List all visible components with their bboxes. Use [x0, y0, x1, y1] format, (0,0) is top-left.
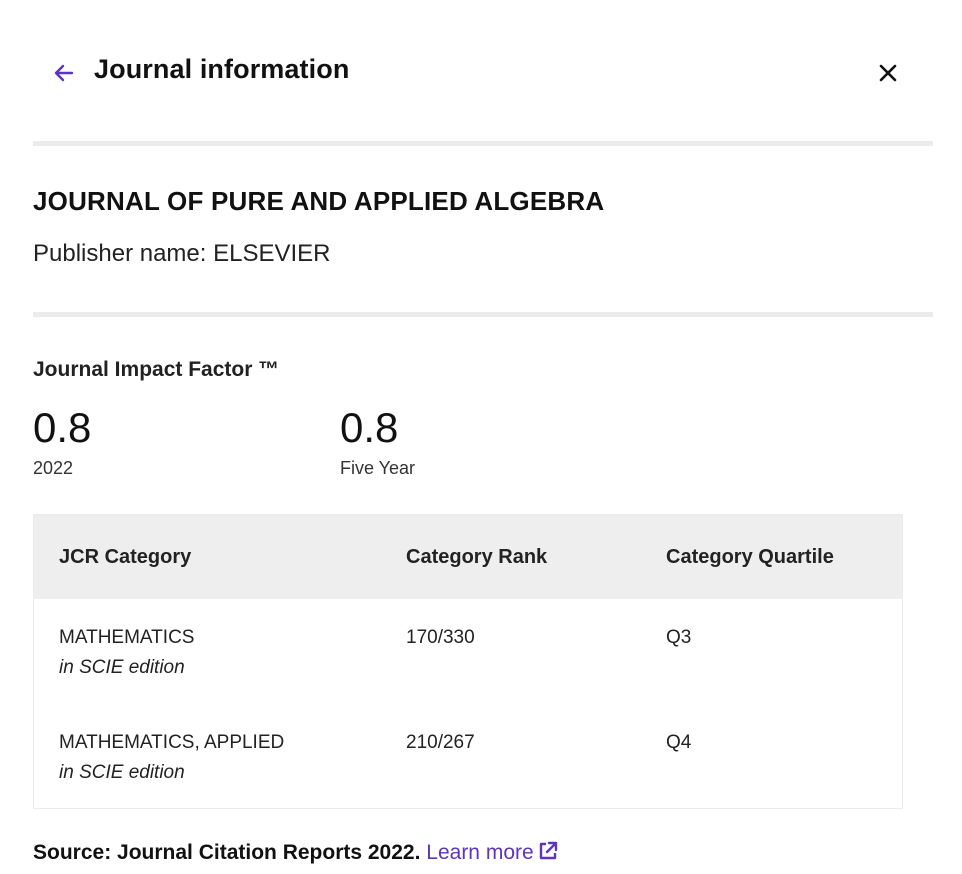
metric-label: 2022 — [33, 458, 74, 478]
arrow-left-icon — [54, 64, 74, 82]
publisher-name: Publisher name: ELSEVIER — [33, 240, 331, 267]
impact-factor-five-year: 0.8 Five Year — [340, 402, 415, 479]
category-rank: 170/330 — [406, 627, 475, 648]
category-edition: in SCIE edition — [59, 762, 185, 783]
section-divider — [33, 141, 933, 146]
category-cell: MATHEMATICS in SCIE edition — [59, 627, 194, 679]
metric-value: 0.8 — [33, 404, 92, 451]
close-button[interactable] — [873, 58, 903, 88]
learn-more-link[interactable]: Learn more — [426, 841, 533, 864]
category-quartile: Q4 — [666, 732, 692, 753]
back-button[interactable] — [47, 56, 81, 90]
journal-name: JOURNAL OF PURE AND APPLIED ALGEBRA — [33, 186, 605, 216]
source-line: Source: Journal Citation Reports 2022. L… — [33, 840, 559, 865]
impact-factor-heading: Journal Impact Factor ™ — [33, 358, 280, 381]
category-cell: MATHEMATICS, APPLIED in SCIE edition — [59, 732, 284, 784]
close-icon — [879, 64, 897, 82]
column-header-category-quartile: Category Quartile — [666, 546, 834, 568]
category-name: MATHEMATICS, APPLIED — [59, 732, 285, 753]
column-header-jcr-category: JCR Category — [59, 546, 192, 568]
table-row: MATHEMATICS, APPLIED in SCIE edition 210… — [34, 728, 902, 833]
source-text: Source: Journal Citation Reports 2022. — [33, 841, 421, 864]
impact-factor-2022: 0.8 2022 — [33, 402, 91, 479]
metric-value: 0.8 — [340, 404, 399, 451]
category-rank: 210/267 — [406, 732, 475, 753]
jcr-category-table: JCR Category Category Rank Category Quar… — [33, 514, 903, 809]
metric-label: Five Year — [340, 458, 416, 478]
section-divider — [33, 312, 933, 317]
panel-header: Journal information — [33, 40, 933, 104]
column-header-category-rank: Category Rank — [406, 546, 548, 568]
external-link-icon[interactable] — [537, 840, 559, 862]
category-quartile: Q3 — [666, 627, 692, 648]
journal-info-panel: Journal information JOURNAL OF PURE AND … — [0, 0, 962, 874]
category-edition: in SCIE edition — [59, 657, 185, 678]
panel-title: Journal information — [94, 54, 350, 84]
table-row: MATHEMATICS in SCIE edition 170/330 Q3 — [34, 623, 902, 728]
category-name: MATHEMATICS — [59, 627, 195, 648]
table-header: JCR Category Category Rank Category Quar… — [34, 515, 902, 599]
